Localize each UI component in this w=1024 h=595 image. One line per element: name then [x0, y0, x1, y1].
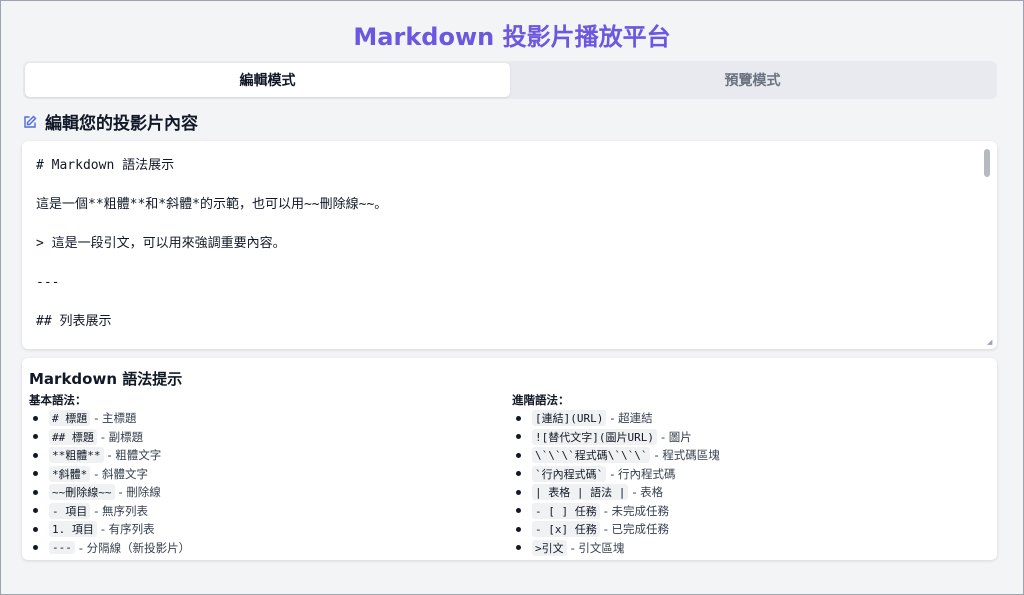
editor-heading: 編輯您的投影片內容 — [23, 109, 198, 134]
bullet-icon — [33, 452, 38, 458]
bullet-icon — [516, 452, 521, 458]
syntax-desc: - 粗體文字 — [107, 448, 162, 463]
advanced-syntax-column: 進階語法： [連結](URL) - 超連結 ![替代文字](圖片URL) - 圖片 … — [512, 393, 720, 557]
list-item: # 標題 - 主標題 — [29, 409, 190, 428]
syntax-desc: - 副標題 — [100, 429, 144, 444]
editor-line: # Markdown 語法展示 — [36, 158, 175, 173]
syntax-code: # 標題 — [49, 410, 91, 427]
syntax-desc: - 未完成任務 — [603, 503, 670, 518]
list-item: \`\`\`程式碼\`\`\` - 程式碼區塊 — [512, 446, 720, 465]
editor-content[interactable]: # Markdown 語法展示 這是一個**粗體**和*斜體*的示範，也可以用~… — [36, 153, 977, 348]
syntax-code: 1. 項目 — [49, 521, 97, 538]
list-item: 1. 項目 - 有序列表 — [29, 520, 190, 539]
basic-syntax-title: 基本語法： — [29, 393, 87, 407]
editor-scrollbar[interactable] — [984, 149, 990, 177]
bullet-icon — [516, 471, 521, 477]
syntax-desc: - 無序列表 — [94, 503, 149, 518]
list-item: [連結](URL) - 超連結 — [512, 409, 720, 428]
syntax-code: \`\`\`程式碼\`\`\` — [532, 447, 651, 464]
syntax-desc: - 行內程式碼 — [610, 466, 676, 481]
syntax-desc: - 主標題 — [94, 411, 137, 426]
syntax-code: ~~刪除線~~ — [49, 484, 115, 501]
syntax-code: | 表格 | 語法 | — [532, 484, 629, 501]
list-item: ![替代文字](圖片URL) - 圖片 — [512, 428, 720, 447]
mode-tabs: 編輯模式 預覽模式 — [23, 61, 997, 99]
editor-line: --- — [36, 275, 60, 290]
syntax-code: - 項目 — [49, 502, 91, 519]
advanced-syntax-title: 進階語法： — [512, 393, 570, 407]
page-title: Markdown 投影片播放平台 — [353, 23, 671, 51]
syntax-code: --- — [49, 541, 75, 555]
syntax-desc: - 已完成任務 — [603, 522, 670, 537]
syntax-code: `行內程式碼` — [532, 465, 607, 482]
tab-edit-mode[interactable]: 編輯模式 — [25, 63, 510, 97]
syntax-code: >引文 — [532, 539, 567, 556]
editor-heading-label: 編輯您的投影片內容 — [45, 113, 198, 134]
syntax-code: ![替代文字](圖片URL) — [532, 428, 657, 445]
syntax-hints-panel: Markdown 語法提示 基本語法： # 標題 - 主標題 ## 標題 - 副標題… — [22, 358, 997, 560]
list-item: --- - 分隔線（新投影片） — [29, 539, 190, 558]
bullet-icon — [33, 471, 38, 477]
bullet-icon — [33, 545, 38, 551]
syntax-desc: - 引文區塊 — [570, 540, 625, 555]
markdown-editor[interactable]: # Markdown 語法展示 這是一個**粗體**和*斜體*的示範，也可以用~… — [22, 141, 997, 349]
tab-preview-mode[interactable]: 預覽模式 — [510, 63, 995, 97]
editor-line: 這是一個**粗體**和*斜體*的示範，也可以用~~刪除線~~。 — [36, 197, 388, 212]
syntax-code: ## 標題 — [49, 428, 97, 445]
syntax-code: **粗體** — [49, 447, 104, 464]
list-item: - 項目 - 無序列表 — [29, 502, 190, 521]
syntax-desc: - 分隔線（新投影片） — [78, 540, 191, 555]
syntax-code: *斜體* — [49, 465, 91, 482]
bullet-icon — [516, 526, 521, 532]
edit-icon — [23, 114, 37, 128]
syntax-desc: - 超連結 — [610, 411, 653, 426]
bullet-icon — [33, 415, 38, 421]
syntax-code: - [x] 任務 — [532, 521, 600, 538]
list-item: >引文 - 引文區塊 — [512, 539, 720, 558]
bullet-icon — [33, 508, 38, 514]
resize-handle-icon[interactable]: ◢ — [987, 339, 993, 346]
list-item: ## 標題 - 副標題 — [29, 428, 190, 447]
syntax-code: - [ ] 任務 — [532, 502, 600, 519]
syntax-desc: - 有序列表 — [100, 522, 155, 537]
syntax-desc: - 刪除線 — [118, 485, 161, 500]
list-item: | 表格 | 語法 | - 表格 — [512, 483, 720, 502]
syntax-desc: - 表格 — [632, 485, 664, 500]
list-item: ~~刪除線~~ - 刪除線 — [29, 483, 190, 502]
bullet-icon — [516, 434, 521, 440]
list-item: **粗體** - 粗體文字 — [29, 446, 190, 465]
bullet-icon — [516, 489, 521, 495]
syntax-desc: - 斜體文字 — [94, 466, 149, 481]
bullet-icon — [33, 434, 38, 440]
list-item: - [ ] 任務 - 未完成任務 — [512, 502, 720, 521]
hints-title: Markdown 語法提示 — [29, 370, 183, 388]
bullet-icon — [33, 526, 38, 532]
bullet-icon — [33, 489, 38, 495]
syntax-desc: - 圖片 — [660, 429, 692, 444]
bullet-icon — [516, 508, 521, 514]
bullet-icon — [516, 415, 521, 421]
editor-line: > 這是一段引文，可以用來強調重要內容。 — [36, 236, 286, 251]
bullet-icon — [516, 545, 521, 551]
list-item: `行內程式碼` - 行內程式碼 — [512, 465, 720, 484]
syntax-code: [連結](URL) — [532, 410, 607, 427]
syntax-desc: - 程式碼區塊 — [654, 448, 720, 463]
list-item: - [x] 任務 - 已完成任務 — [512, 520, 720, 539]
basic-syntax-column: 基本語法： # 標題 - 主標題 ## 標題 - 副標題 **粗體** - 粗體文字 … — [29, 393, 190, 557]
editor-line: ## 列表展示 — [36, 314, 112, 329]
list-item: *斜體* - 斜體文字 — [29, 465, 190, 484]
